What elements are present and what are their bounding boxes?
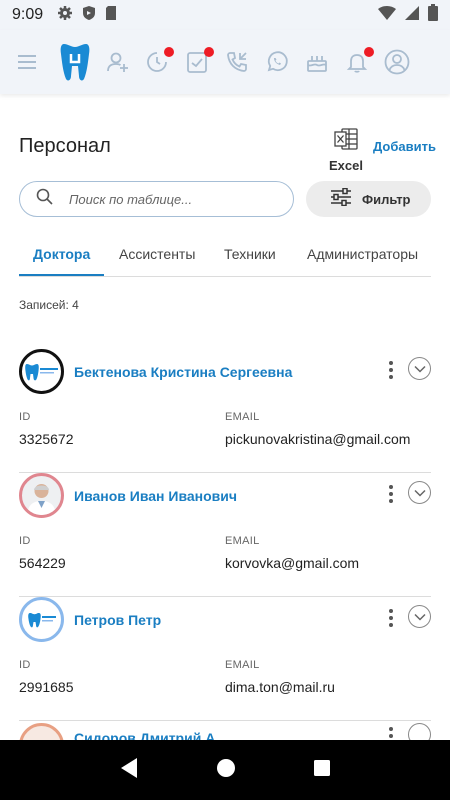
chevron-down-icon[interactable] [408,481,431,504]
search-placeholder: Поиск по таблице... [69,191,193,207]
recents-icon[interactable] [313,759,331,782]
chevron-down-icon[interactable] [408,605,431,628]
staff-email: pickunovakristina@gmail.com [225,431,411,447]
page-title: Персонал [19,135,111,157]
filter-button[interactable]: Фильтр [306,181,431,217]
excel-label: Excel [329,158,363,173]
tab-assistants[interactable]: Ассистенты [119,236,195,276]
status-time: 9:09 [12,6,44,23]
schedule-icon[interactable] [144,47,174,75]
notification-dot [204,47,214,57]
staff-card[interactable]: Петров Петр ID EMAIL 2991685 dima.ton@ma… [19,597,431,721]
filter-sliders-icon [330,187,352,211]
staff-email: dima.ton@mail.ru [225,679,335,695]
more-options-icon[interactable] [384,358,398,382]
more-options-icon[interactable] [384,606,398,630]
bell-icon[interactable] [344,47,374,75]
avatar [19,597,64,642]
search-input[interactable]: Поиск по таблице... [19,181,294,217]
chevron-down-icon[interactable] [408,357,431,380]
logo-tooth-icon[interactable] [60,42,90,82]
avatar [19,473,64,518]
tab-administrators[interactable]: Администраторы [307,236,418,276]
avatar [19,349,64,394]
staff-name[interactable]: Петров Петр [74,612,161,628]
settings-icon [57,5,73,26]
staff-email: korvovka@gmail.com [225,555,360,571]
staff-id: 2991685 [19,679,74,695]
active-tab-indicator [19,274,104,276]
staff-id: 3325672 [19,431,74,447]
staff-card[interactable]: Иванов Иван Иванович ID EMAIL 564229 kor… [19,473,431,597]
system-nav-bar [0,740,450,800]
battery-icon [428,4,438,26]
staff-card[interactable]: Бектенова Кристина Сергеевна ID EMAIL 33… [19,349,431,473]
records-count: Записей: 4 [19,298,79,312]
id-label: ID [19,411,31,423]
id-label: ID [19,535,31,547]
add-button[interactable]: Добавить [373,139,436,154]
staff-id: 564229 [19,555,66,571]
staff-name[interactable]: Бектенова Кристина Сергеевна [74,364,292,380]
wifi-icon [378,5,396,26]
whatsapp-icon[interactable] [264,49,290,75]
cellular-icon [404,5,420,26]
sd-card-icon [105,5,117,26]
tasks-icon[interactable] [184,47,214,75]
excel-icon [334,128,358,154]
email-label: EMAIL [225,411,260,423]
birthday-cake-icon[interactable] [304,49,330,75]
filter-label: Фильтр [362,191,411,207]
notification-dot [164,47,174,57]
staff-tabs: Доктора Ассистенты Техники Администратор… [19,236,431,277]
notification-dot [364,47,374,57]
shield-icon [82,5,96,26]
home-icon[interactable] [216,758,236,783]
id-label: ID [19,659,31,671]
top-nav [0,30,450,94]
profile-icon[interactable] [384,49,410,75]
phone-icon[interactable] [224,49,250,75]
status-bar: 9:09 [0,0,450,30]
email-label: EMAIL [225,659,260,671]
email-label: EMAIL [225,535,260,547]
add-user-icon[interactable] [104,49,130,75]
back-icon[interactable] [119,757,139,784]
tab-technicians[interactable]: Техники [224,236,276,276]
menu-icon[interactable] [14,49,40,75]
more-options-icon[interactable] [384,482,398,506]
search-icon [36,188,53,210]
excel-export-button[interactable]: Excel [328,128,364,173]
tab-doctors[interactable]: Доктора [33,236,90,276]
staff-name[interactable]: Иванов Иван Иванович [74,488,237,504]
